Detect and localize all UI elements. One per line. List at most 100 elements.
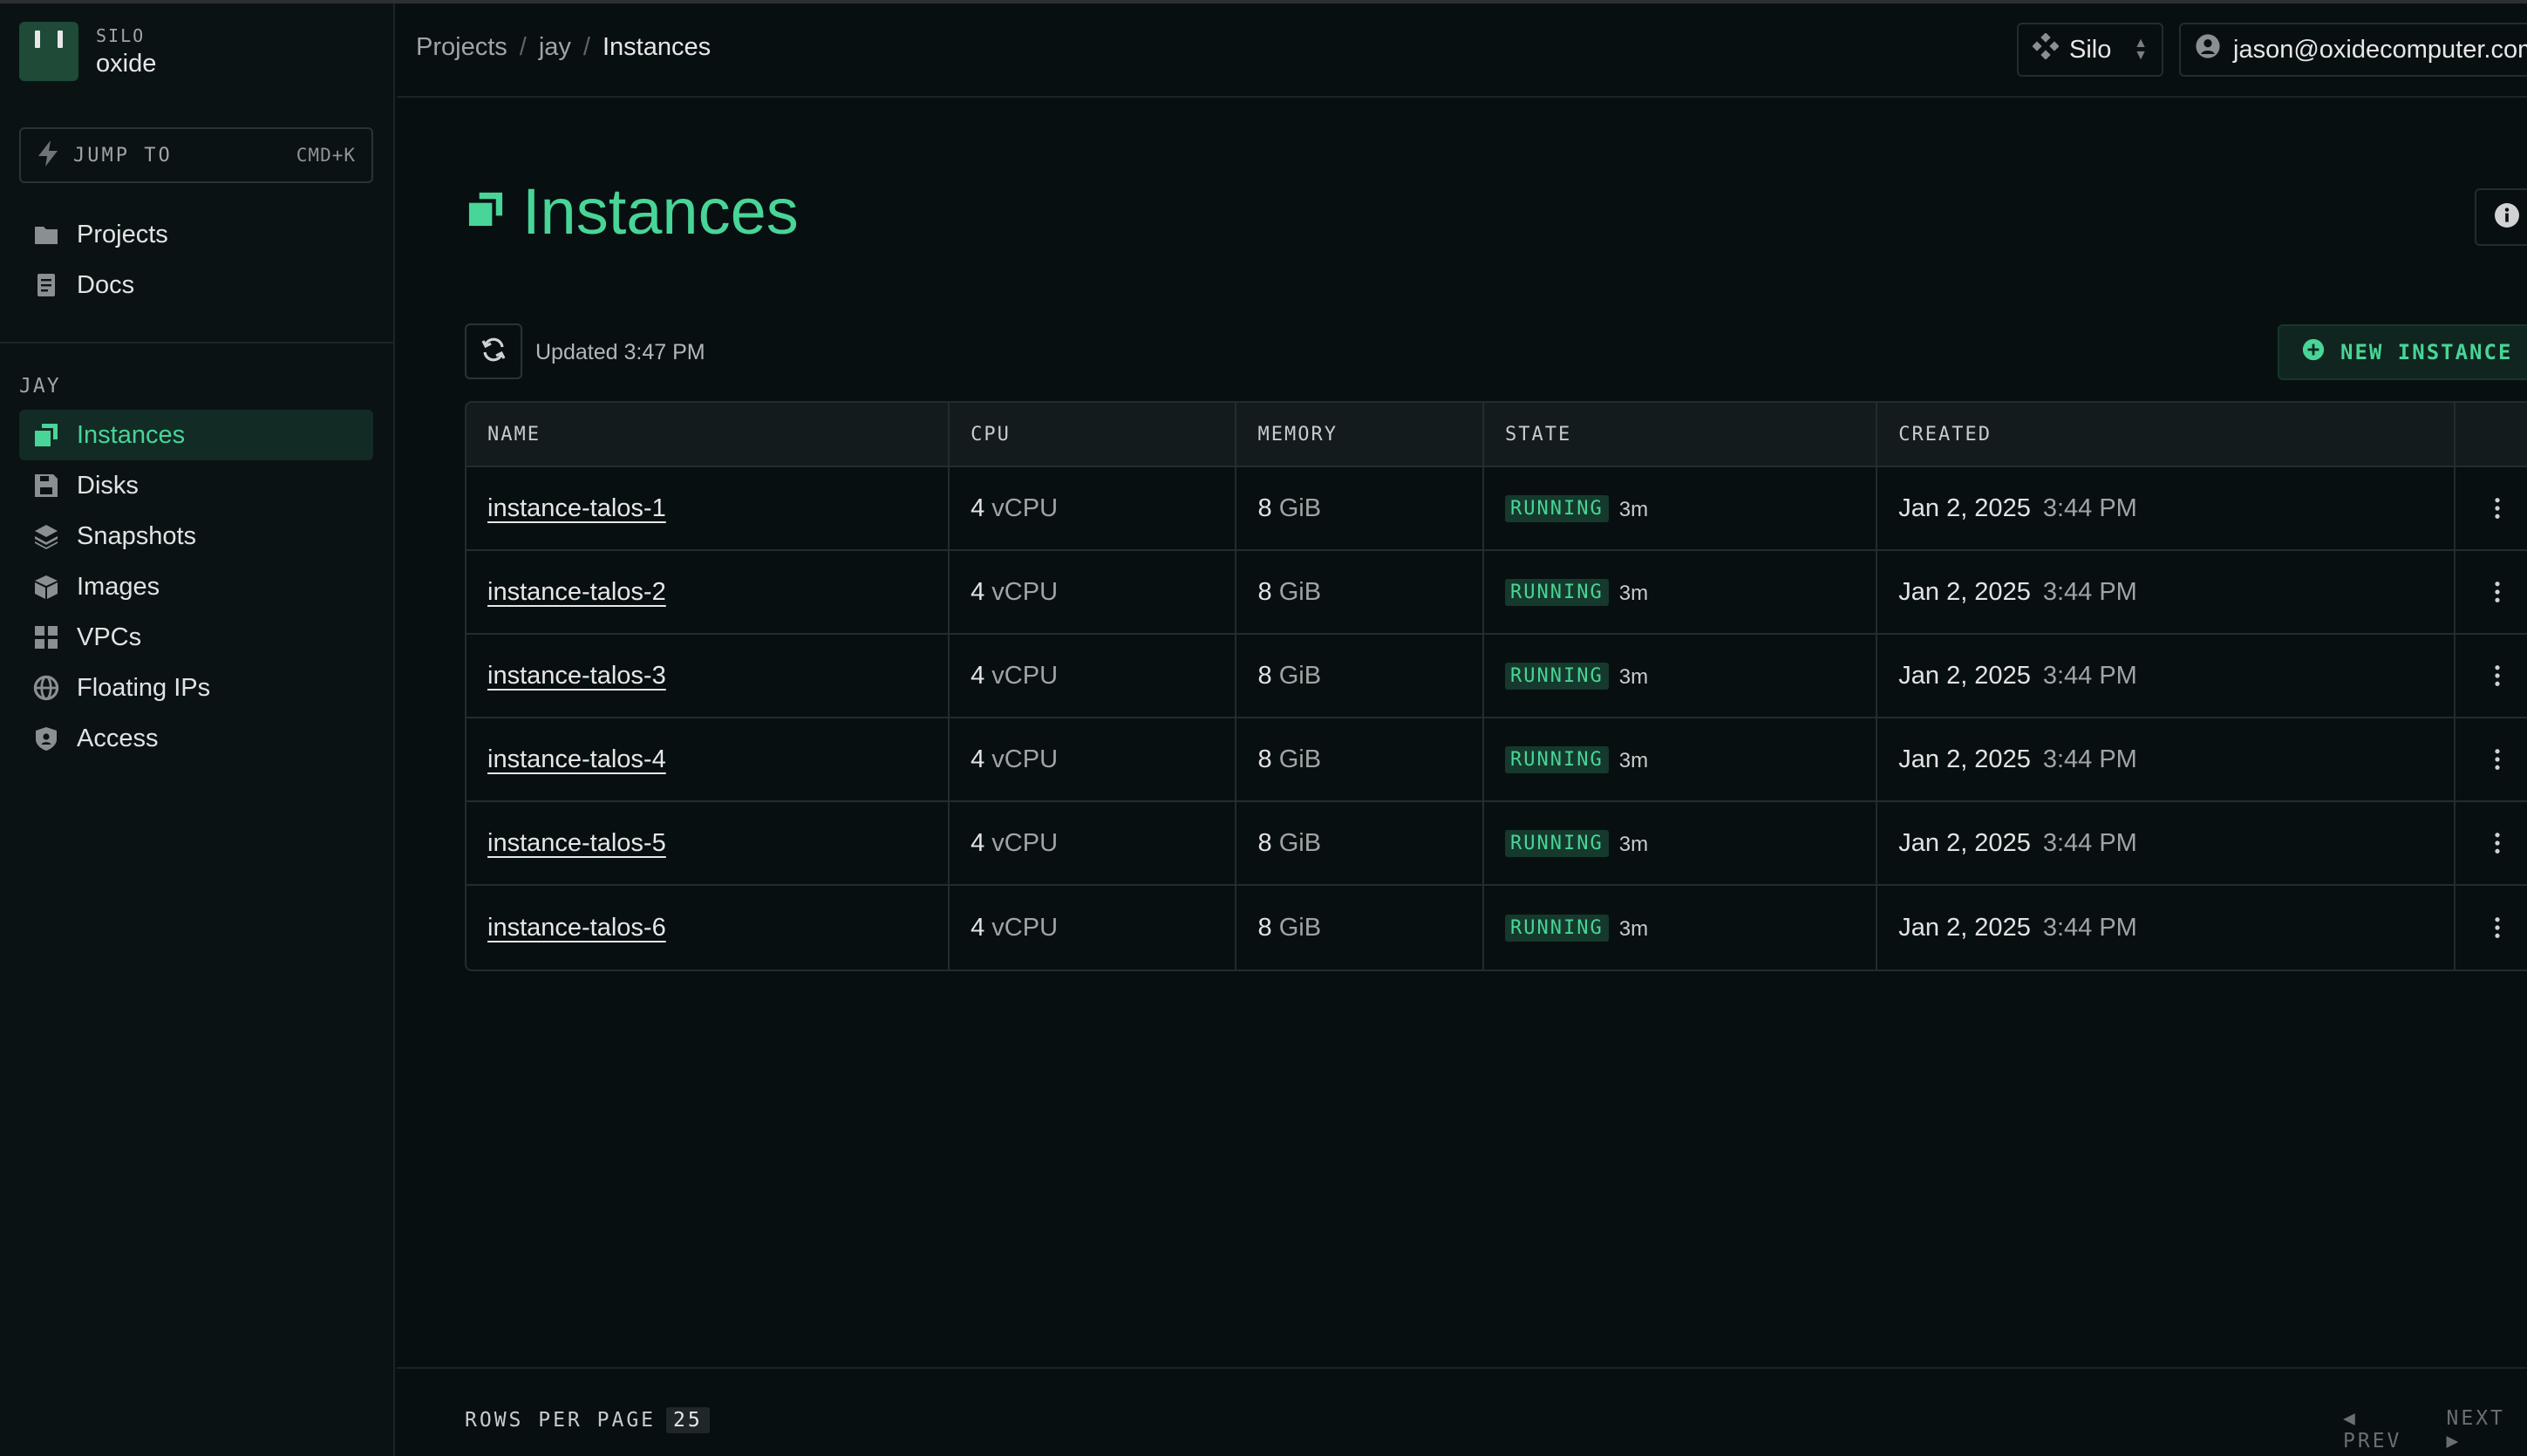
sidebar-item-label: Docs [77,270,135,299]
memory-unit: GiB [1278,828,1322,857]
table-row: instance-talos-2 4 vCPU 8 GiB RUNNING 3m … [467,551,2527,635]
prev-page-button[interactable]: ◀ PREV [2343,1407,2424,1453]
row-actions-button[interactable] [2455,635,2527,717]
memory-value: 8 [1257,745,1272,773]
created-date: Jan 2, 2025 [1898,828,2031,857]
breadcrumb-projects[interactable]: Projects [416,33,507,62]
sidebar-item-label: Snapshots [77,521,197,550]
column-header-cpu: CPU [950,403,1237,467]
row-actions-button[interactable] [2455,467,2527,549]
instance-link[interactable]: instance-talos-6 [487,914,666,942]
top-bar: Projects / jay / Instances Silo ▲ ▼ jason… [397,3,2527,98]
sidebar-item-instances[interactable]: Instances [19,410,373,460]
info-icon [2494,202,2520,233]
silo-switcher[interactable]: Silo ▲ ▼ [2017,23,2163,77]
instances-icon [467,190,522,233]
sidebar-item-images[interactable]: Images [19,561,373,612]
sidebar-item-label: Disks [77,471,139,500]
memory-value: 8 [1257,913,1272,942]
instance-link[interactable]: instance-talos-3 [487,662,666,690]
instance-link[interactable]: instance-talos-5 [487,829,666,857]
instances-icon [33,422,59,448]
state-age: 3m [1618,916,1649,941]
add-icon [2302,338,2340,366]
chevron-right-icon: ▶ [2446,1430,2462,1453]
memory-unit: GiB [1278,745,1322,773]
created-date: Jan 2, 2025 [1898,493,2031,522]
new-instance-button[interactable]: NEW INSTANCE [2278,324,2527,380]
jump-to-button[interactable]: JUMP TO CMD+K [19,127,373,183]
column-header-state: STATE [1484,403,1878,467]
page-title: Instances [467,174,799,248]
cpu-unit: vCPU [991,828,1059,857]
breadcrumb-separator: / [519,33,527,61]
created-date: Jan 2, 2025 [1898,913,2031,942]
row-actions-button[interactable] [2455,886,2527,970]
state-age: 3m [1618,748,1649,772]
sidebar-divider [0,342,393,344]
instance-link[interactable]: instance-talos-4 [487,745,666,773]
silo-switcher-label: Silo [2069,35,2112,64]
more-vertical-icon [2494,498,2500,519]
created-date: Jan 2, 2025 [1898,745,2031,773]
more-vertical-icon [2494,917,2500,938]
breadcrumb-project-jay[interactable]: jay [539,33,571,62]
breadcrumb-current: Instances [602,33,712,61]
rows-per-page-select[interactable]: 25 [666,1407,710,1433]
prev-label: PREV [2343,1430,2402,1453]
more-vertical-icon [2494,665,2500,686]
created-time: 3:44 PM [2042,828,2137,857]
sidebar-item-projects[interactable]: Projects [19,209,373,260]
sidebar-item-access[interactable]: Access [19,713,373,764]
sidebar-item-disks[interactable]: Disks [19,460,373,511]
memory-unit: GiB [1278,913,1322,942]
cpu-count: 4 [971,913,985,942]
info-button[interactable] [2475,188,2527,246]
user-menu-button[interactable]: jason@oxidecomputer.com [2179,23,2527,77]
instance-link[interactable]: instance-talos-1 [487,494,666,522]
column-header-created: CREATED [1877,403,2456,467]
state-age: 3m [1618,497,1649,521]
more-vertical-icon [2494,749,2500,770]
snapshots-icon [33,523,59,549]
more-vertical-icon [2494,582,2500,602]
next-page-button[interactable]: NEXT ▶ [2447,1407,2527,1453]
created-time: 3:44 PM [2042,577,2137,606]
rows-per-page-label: ROWS PER PAGE [465,1409,657,1432]
vpc-icon [33,624,59,650]
row-actions-button[interactable] [2455,551,2527,633]
row-actions-button[interactable] [2455,718,2527,800]
lightning-icon [37,139,59,171]
status-badge: RUNNING [1505,579,1609,607]
oxide-logo [19,22,78,81]
silo-header[interactable]: SILO oxide [19,21,156,82]
state-age: 3m [1618,581,1649,605]
refresh-button[interactable] [465,323,522,379]
cpu-unit: vCPU [991,745,1059,773]
cpu-unit: vCPU [991,577,1059,606]
sidebar-item-docs[interactable]: Docs [19,260,373,310]
sidebar-item-floating-ips[interactable]: Floating IPs [19,663,373,713]
state-age: 3m [1618,832,1649,856]
sidebar-item-snapshots[interactable]: Snapshots [19,511,373,561]
table-row: instance-talos-3 4 vCPU 8 GiB RUNNING 3m … [467,635,2527,718]
jump-to-label: JUMP TO [73,144,173,167]
row-actions-button[interactable] [2455,802,2527,884]
memory-value: 8 [1257,661,1272,690]
jump-to-shortcut: CMD+K [296,145,356,166]
instance-link[interactable]: instance-talos-2 [487,578,666,606]
created-time: 3:44 PM [2042,913,2137,942]
memory-value: 8 [1257,828,1272,857]
memory-value: 8 [1257,577,1272,606]
document-icon [33,272,59,298]
created-time: 3:44 PM [2042,661,2137,690]
memory-unit: GiB [1278,577,1322,606]
table-row: instance-talos-1 4 vCPU 8 GiB RUNNING 3m … [467,467,2527,551]
status-badge: RUNNING [1505,830,1609,858]
sidebar-item-label: VPCs [77,623,142,651]
cpu-unit: vCPU [991,661,1059,690]
sidebar: SILO oxide JUMP TO CMD+K Projects Docs J… [0,3,395,1456]
sidebar-item-vpcs[interactable]: VPCs [19,612,373,663]
memory-value: 8 [1257,493,1272,522]
silo-name: oxide [96,49,157,78]
